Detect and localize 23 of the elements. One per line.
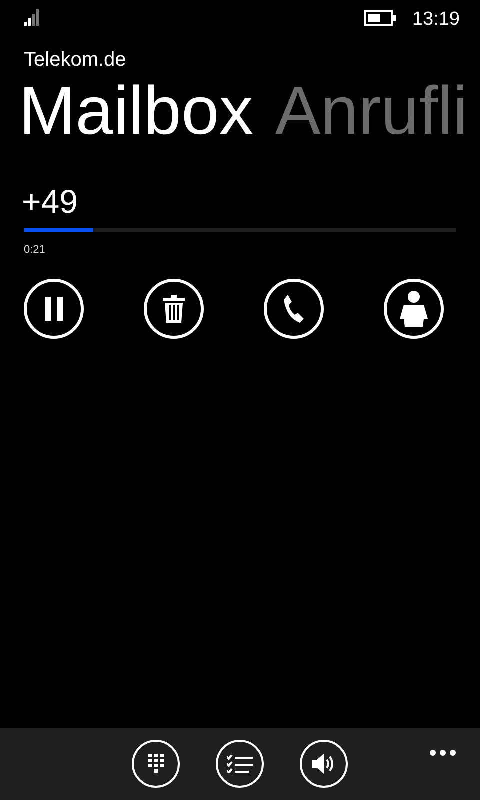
phone-icon [283,294,305,324]
clock-time: 13:19 [412,8,460,32]
list-button[interactable] [216,740,264,788]
more-icon [430,750,456,756]
checklist-icon [227,755,253,773]
person-icon [400,290,428,327]
speaker-icon [312,754,336,774]
keypad-button[interactable] [132,740,180,788]
trash-icon [163,294,185,323]
call-button[interactable] [264,278,324,339]
contact-button[interactable] [384,278,444,339]
speaker-button[interactable] [300,740,348,788]
pause-button[interactable] [24,278,84,339]
pause-icon [44,296,64,321]
pivot-tab[interactable]: Anrufli [275,76,468,148]
app-title: Telekom.de [24,50,128,70]
caller-number: +49 [22,185,79,218]
signal-icon [24,6,40,26]
keypad-icon [148,754,164,774]
elapsed-time: 0:21 [24,243,46,258]
battery-icon [364,10,396,26]
pivot-tab[interactable]: Mailbox [19,76,254,148]
delete-button[interactable] [144,278,204,339]
